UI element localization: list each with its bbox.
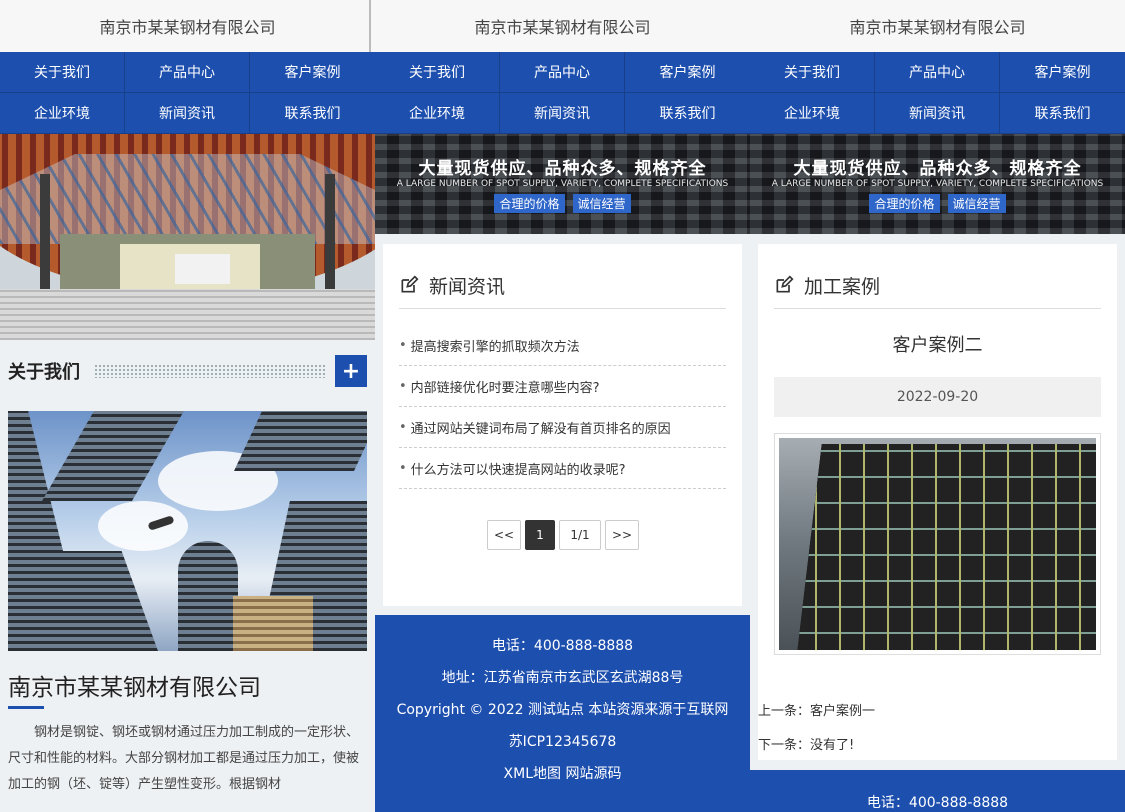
site-footer: 电话：400-888-8888 地址：江苏省南京市玄武区玄武湖88号 Copyr… — [375, 615, 750, 812]
banner-title: 大量现货供应、品种众多、规格齐全 — [793, 159, 1082, 179]
banner-subtitle: A LARGE NUMBER OF SPOT SUPPLY, VARIETY, … — [396, 179, 729, 189]
hero-pillar — [40, 174, 50, 304]
banner-title: 大量现货供应、品种众多、规格齐全 — [418, 159, 707, 179]
case-card: 加工案例 客户案例二 2022-09-20 上一条：客户案例一 下一条：没有了! — [758, 244, 1117, 760]
news-item[interactable]: 通过网站关键词布局了解没有首页排名的原因 — [399, 407, 726, 448]
nav-environment[interactable]: 企业环境 — [0, 93, 125, 134]
tower — [233, 596, 313, 651]
nav-products[interactable]: 产品中心 — [500, 52, 625, 93]
main-nav: 关于我们 产品中心 客户案例 企业环境 新闻资讯 联系我们 — [750, 52, 1125, 134]
about-title: 关于我们 — [8, 362, 80, 383]
site-header: 南京市某某钢材有限公司 — [375, 0, 750, 52]
hero-hall-image — [0, 134, 375, 340]
steel-tubes-stack — [797, 444, 1096, 650]
nav-cases[interactable]: 客户案例 — [250, 52, 375, 93]
nav-news[interactable]: 新闻资讯 — [500, 93, 625, 134]
cloud — [98, 501, 188, 551]
tower — [178, 541, 238, 651]
case-date: 2022-09-20 — [774, 377, 1101, 417]
nav-cases[interactable]: 客户案例 — [1000, 52, 1125, 93]
case-next-link[interactable]: 下一条：没有了! — [758, 729, 1117, 763]
nav-contact[interactable]: 联系我们 — [1000, 93, 1125, 134]
site-footer: 电话：400-888-8888 — [750, 770, 1125, 812]
edit-icon — [401, 275, 419, 293]
pager-current-page[interactable]: 1 — [525, 520, 555, 550]
nav-about[interactable]: 关于我们 — [375, 52, 500, 93]
steel-tubes-image — [779, 438, 1096, 650]
edit-icon — [776, 275, 794, 293]
nav-products[interactable]: 产品中心 — [125, 52, 250, 93]
site-title[interactable]: 南京市某某钢材有限公司 — [99, 14, 275, 38]
about-city-image — [8, 411, 367, 651]
case-name: 客户案例二 — [892, 335, 983, 356]
nav-cases[interactable]: 客户案例 — [625, 52, 750, 93]
nav-products[interactable]: 产品中心 — [875, 52, 1000, 93]
steel-banner: 大量现货供应、品种众多、规格齐全 A LARGE NUMBER OF SPOT … — [750, 134, 1125, 234]
footer-copyright: Copyright © 2022 测试站点 本站资源来源于互联网 — [396, 702, 729, 718]
screen-home: 南京市某某钢材有限公司 关于我们 产品中心 客户案例 企业环境 新闻资讯 联系我… — [0, 0, 375, 812]
news-item[interactable]: 提高搜索引擎的抓取频次方法 — [399, 325, 726, 366]
site-title[interactable]: 南京市某某钢材有限公司 — [474, 14, 650, 38]
site-title[interactable]: 南京市某某钢材有限公司 — [849, 14, 1025, 38]
dotted-divider — [94, 364, 325, 378]
hero-stage-screen — [175, 254, 230, 284]
nav-news[interactable]: 新闻资讯 — [125, 93, 250, 134]
footer-phone: 电话：400-888-8888 — [491, 638, 634, 654]
banner-tag-integrity: 诚信经营 — [947, 194, 1006, 213]
case-image — [774, 433, 1101, 655]
banner-tags: 合理的价格 诚信经营 — [750, 194, 1125, 213]
news-card-header: 新闻资讯 — [399, 244, 726, 309]
nav-contact[interactable]: 联系我们 — [625, 93, 750, 134]
main-nav: 关于我们 产品中心 客户案例 企业环境 新闻资讯 联系我们 — [375, 52, 750, 134]
banner-tags: 合理的价格 诚信经营 — [375, 194, 750, 213]
news-card-title: 新闻资讯 — [429, 275, 506, 298]
banner-subtitle: A LARGE NUMBER OF SPOT SUPPLY, VARIETY, … — [771, 179, 1104, 189]
screen-case-detail: 南京市某某钢材有限公司 关于我们 产品中心 客户案例 企业环境 新闻资讯 联系我… — [750, 0, 1125, 812]
nav-news[interactable]: 新闻资讯 — [875, 93, 1000, 134]
case-prev-next: 上一条：客户案例一 下一条：没有了! — [758, 695, 1117, 763]
case-card-header: 加工案例 — [774, 244, 1101, 309]
about-header: 关于我们 + — [8, 355, 367, 387]
hero-floor — [0, 289, 375, 340]
nav-environment[interactable]: 企业环境 — [375, 93, 500, 134]
nav-about[interactable]: 关于我们 — [750, 52, 875, 93]
footer-phone: 电话：400-888-8888 — [866, 795, 1009, 811]
site-header: 南京市某某钢材有限公司 — [750, 0, 1125, 52]
nav-contact[interactable]: 联系我们 — [250, 93, 375, 134]
main-nav: 关于我们 产品中心 客户案例 企业环境 新闻资讯 联系我们 — [0, 52, 375, 134]
banner-tag-price: 合理的价格 — [494, 194, 565, 213]
about-more-button[interactable]: + — [335, 355, 367, 387]
news-item[interactable]: 什么方法可以快速提高网站的收录呢? — [399, 448, 726, 489]
footer-icp[interactable]: 苏ICP12345678 — [375, 729, 750, 761]
title-underline — [8, 706, 44, 709]
hero-pillar — [325, 174, 335, 304]
footer-links[interactable]: XML地图 网站源码 — [375, 761, 750, 793]
pager-prev-button[interactable]: << — [487, 520, 521, 550]
pagination: << 1 1/1 >> — [487, 520, 639, 550]
pager-next-button[interactable]: >> — [605, 520, 639, 550]
steel-banner: 大量现货供应、品种众多、规格齐全 A LARGE NUMBER OF SPOT … — [375, 134, 750, 234]
footer-address: 地址：江苏省南京市玄武区玄武湖88号 — [441, 670, 684, 686]
hero-glass — [0, 154, 375, 244]
news-item[interactable]: 内部链接优化时要注意哪些内容? — [399, 366, 726, 407]
pager-total: 1/1 — [559, 520, 601, 550]
nav-about[interactable]: 关于我们 — [0, 52, 125, 93]
news-list: 提高搜索引擎的抓取频次方法 内部链接优化时要注意哪些内容? 通过网站关键词布局了… — [399, 325, 726, 489]
case-prev-link[interactable]: 上一条：客户案例一 — [758, 695, 1117, 729]
banner-tag-integrity: 诚信经营 — [572, 194, 631, 213]
case-card-title: 加工案例 — [804, 275, 881, 298]
site-header: 南京市某某钢材有限公司 — [0, 0, 375, 52]
about-description: 钢材是钢锭、钢坯或钢材通过压力加工制成的一定形状、尺寸和性能的材料。大部分钢材加… — [8, 725, 360, 792]
screen-news: 南京市某某钢材有限公司 关于我们 产品中心 客户案例 企业环境 新闻资讯 联系我… — [375, 0, 750, 812]
banner-tag-price: 合理的价格 — [869, 194, 940, 213]
news-card: 新闻资讯 提高搜索引擎的抓取频次方法 内部链接优化时要注意哪些内容? 通过网站关… — [383, 244, 742, 606]
about-company-name: 南京市某某钢材有限公司 — [8, 675, 261, 701]
tower — [234, 411, 367, 471]
nav-environment[interactable]: 企业环境 — [750, 93, 875, 134]
screen-divider — [369, 0, 371, 52]
